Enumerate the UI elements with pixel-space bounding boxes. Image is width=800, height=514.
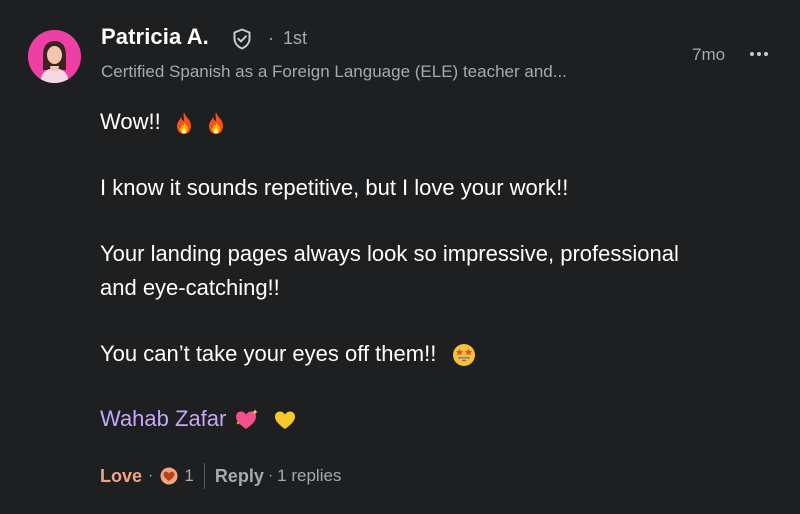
reply-button[interactable]: Reply [215,466,264,487]
verified-shield-icon [233,28,251,50]
mention-link[interactable]: Wahab Zafar [100,406,226,431]
reaction-count[interactable]: 1 [184,466,193,486]
yellow-heart-emoji-icon [274,411,295,430]
comment-line-3: Your landing pages always look so impres… [100,241,679,266]
love-reaction-button[interactable]: Love [100,466,142,487]
comment-actions: Love · 1 Reply · 1 replies [100,462,341,490]
comment-timestamp: 7mo [692,45,726,64]
comment-line-4: and eye-catching!! [100,275,280,300]
sparkling-heart-emoji-icon [236,409,259,430]
comment-line-1: Wow!! [100,106,227,138]
avatar[interactable] [28,30,81,83]
author-headline[interactable]: Certified Spanish as a Foreign Language … [101,62,567,82]
comment-line-5: You can’t take your eyes off them!! [100,338,476,370]
star-struck-emoji-icon [453,344,476,367]
fire-emoji-icon [176,112,191,135]
comment-line-2: I know it sounds repetitive, but I love … [100,175,569,200]
comment-text-wow: Wow!! [100,109,161,134]
comment-text-eyes: You can’t take your eyes off them!! [100,341,437,366]
connection-degree: 1st [283,28,308,48]
action-separator-dot: · [148,467,154,484]
actions-divider [203,463,205,489]
mention-line: Wahab Zafar [100,403,297,435]
more-options-icon[interactable] [747,44,771,64]
degree-separator: · [268,28,274,48]
author-name[interactable]: Patricia A. [101,24,209,50]
fire-emoji-icon [208,112,223,135]
heart-reaction-icon[interactable] [159,466,179,486]
replies-count-link[interactable]: 1 replies [277,466,341,486]
reply-separator-dot: · [267,467,274,484]
avatar-photo [28,30,81,83]
